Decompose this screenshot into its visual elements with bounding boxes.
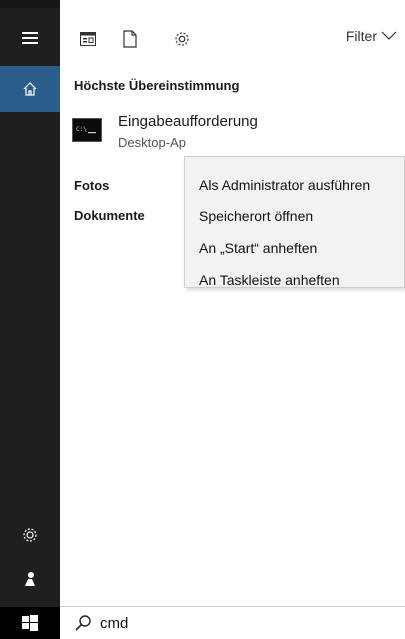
run-as-admin-menu-item[interactable]: Als Administrator ausführen — [199, 177, 370, 193]
menu-button[interactable] — [0, 15, 60, 61]
search-input[interactable] — [98, 613, 382, 633]
user-button[interactable] — [0, 556, 60, 602]
documents-filter-button[interactable] — [120, 26, 140, 52]
apps-icon — [80, 32, 96, 46]
gear-icon — [175, 32, 189, 46]
filter-label: Filter — [345, 28, 377, 44]
home-button[interactable] — [0, 66, 60, 112]
best-match-subtitle: Desktop-Ap — [118, 135, 186, 150]
chevron-down-icon — [381, 31, 397, 40]
search-results-panel: Filter Höchste Übereinstimmung C:\ Einga… — [60, 8, 405, 607]
search-icon — [75, 615, 91, 631]
pin-to-taskbar-menu-item[interactable]: An Taskleiste anheften — [199, 272, 340, 288]
start-rail — [0, 0, 60, 639]
svg-text:C:\: C:\ — [76, 126, 87, 133]
best-match-heading: Höchste Übereinstimmung — [74, 78, 240, 93]
pin-to-start-menu-item[interactable]: An „Start“ anheften — [199, 240, 317, 256]
open-file-location-menu-item[interactable]: Speicherort öffnen — [199, 208, 313, 224]
home-icon — [23, 82, 37, 96]
settings-button[interactable] — [0, 512, 60, 558]
filter-dropdown[interactable]: Filter — [346, 28, 397, 44]
best-match-item[interactable]: C:\ Eingabeaufforderung Desktop-Ap — [72, 113, 392, 157]
category-fotos[interactable]: Fotos — [74, 178, 109, 193]
category-dokumente[interactable]: Dokumente — [74, 208, 145, 223]
apps-filter-button[interactable] — [78, 26, 98, 52]
windows-logo-icon — [22, 615, 38, 631]
hamburger-icon — [22, 32, 38, 44]
context-menu: Als Administrator ausführen Speicherort … — [184, 156, 405, 288]
user-icon — [24, 572, 35, 586]
best-match-title: Eingabeaufforderung — [118, 113, 258, 130]
settings-filter-button[interactable] — [172, 26, 192, 52]
results-toolbar: Filter — [60, 8, 405, 68]
command-prompt-icon: C:\ — [72, 118, 102, 142]
gear-icon — [23, 528, 37, 542]
document-icon — [123, 30, 137, 48]
search-bar — [60, 606, 405, 639]
start-button[interactable] — [0, 607, 60, 639]
rail-top-strip — [0, 0, 60, 8]
